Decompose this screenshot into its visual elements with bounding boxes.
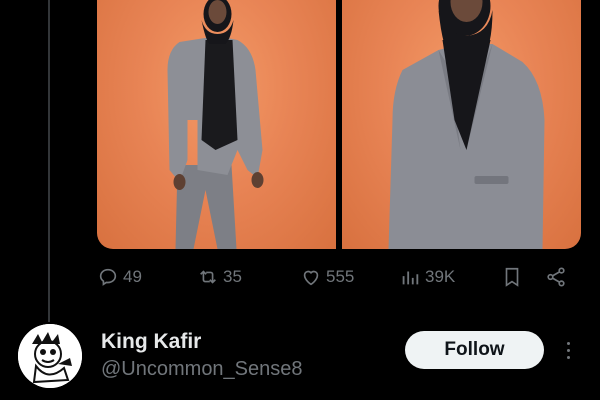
account-name[interactable]: King Kafir bbox=[101, 330, 201, 354]
reply-button[interactable]: 49 bbox=[97, 266, 142, 288]
post-photo-1[interactable] bbox=[97, 0, 336, 249]
bookmark-icon bbox=[505, 267, 519, 287]
repost-count: 35 bbox=[223, 267, 242, 286]
share-button[interactable] bbox=[545, 266, 567, 288]
post-media-grid bbox=[97, 0, 581, 249]
account-handle[interactable]: @Uncommon_Sense8 bbox=[101, 358, 303, 381]
more-dot bbox=[566, 348, 570, 352]
more-options-button[interactable] bbox=[560, 336, 576, 364]
woman-gray-suit-closeup-photo bbox=[388, 0, 545, 249]
more-dots-icon bbox=[566, 341, 570, 345]
post-action-bar: 49 35 555 39K bbox=[97, 260, 581, 296]
thread-connector-line bbox=[48, 0, 50, 322]
woman-gray-suit-photo bbox=[167, 0, 264, 249]
like-button[interactable]: 555 bbox=[300, 266, 354, 288]
share-icon bbox=[547, 267, 565, 287]
bookmark-button[interactable] bbox=[501, 266, 523, 288]
heart-icon bbox=[303, 270, 319, 286]
views-button[interactable]: 39K bbox=[399, 266, 455, 288]
repost-button[interactable]: 35 bbox=[197, 266, 242, 288]
reply-icon bbox=[99, 268, 117, 286]
repost-icon bbox=[200, 270, 216, 284]
more-dot bbox=[566, 355, 570, 359]
like-count: 555 bbox=[326, 267, 355, 286]
follow-button[interactable]: Follow bbox=[405, 331, 544, 369]
views-chart-icon bbox=[402, 271, 419, 285]
post-photo-2[interactable] bbox=[342, 0, 581, 249]
reply-count: 49 bbox=[123, 267, 142, 286]
views-count: 39K bbox=[425, 267, 456, 286]
avatar[interactable] bbox=[18, 324, 82, 388]
cartoon-avatar-icon bbox=[18, 324, 82, 388]
who-to-follow-row: King Kafir @Uncommon_Sense8 Follow bbox=[0, 318, 600, 400]
